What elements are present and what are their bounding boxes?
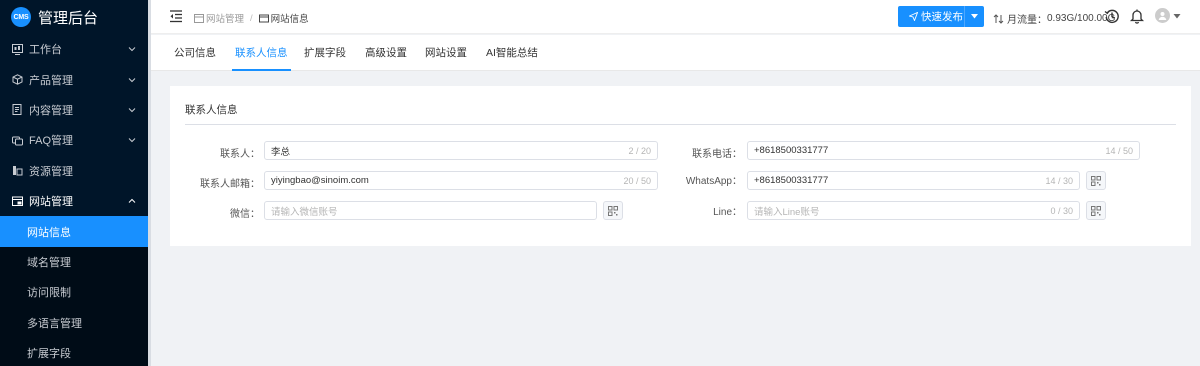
char-counter: 14 / 30 [1045,175,1073,186]
wechat-qrcode-button[interactable] [603,201,623,220]
contact-phone-value: +8618500331777 [754,145,829,156]
sidebar-subitem-access-limit[interactable]: 访问限制 [0,277,148,308]
contact-phone-field[interactable]: +8618500331777 14 / 50 [747,141,1140,160]
chevron-down-icon [128,108,136,113]
contact-label: 联系人： [220,149,260,160]
contact-name-field[interactable]: 李总 2 / 20 [264,141,658,160]
tab-site-settings[interactable]: 网站设置 [425,35,467,71]
contact-email-value: yiyingbao@sinoim.com [271,175,369,186]
whatsapp-value: +8618500331777 [754,175,829,186]
app-title: 管理后台 [38,9,99,27]
wechat-label: 微信： [230,209,260,220]
caret-down-icon [971,14,978,19]
chevron-up-icon [128,198,136,203]
cms-logo-icon: CMS [11,7,31,27]
wechat-field[interactable]: 请输入微信账号 [264,201,597,220]
line-placeholder: 请输入Line账号 [754,206,820,218]
breadcrumb-item-current: 网站信息 [270,14,309,25]
cube-icon [11,74,23,86]
website-icon [194,13,204,23]
sidebar: CMS 管理后台 工作台 产品管理 内容管理 FAQ管理 资源管理 网站管理 网… [0,0,148,366]
phone-label: 联系电话： [692,149,742,160]
char-counter: 0 / 30 [1050,205,1073,216]
contact-info-card: 联系人信息 联系人： 李总 2 / 20 联系人邮箱： yiyingbao@si… [170,86,1191,246]
tab-bar: 公司信息 联系人信息 扩展字段 高级设置 网站设置 AI智能总结 [151,35,1200,71]
qrcode-icon [1091,175,1101,186]
breadcrumb-separator: / [250,12,253,24]
quick-publish-label: 快速发布 [921,11,963,23]
faq-icon [11,134,23,146]
dashboard-icon [11,43,23,55]
whatsapp-field[interactable]: +8618500331777 14 / 30 [747,171,1080,190]
sidebar-item-label: 资源管理 [29,165,73,178]
wechat-placeholder: 请输入微信账号 [271,206,338,218]
sidebar-item-label: FAQ管理 [29,135,74,148]
contact-email-field[interactable]: yiyingbao@sinoim.com 20 / 50 [264,171,658,190]
logo[interactable]: CMS 管理后台 [0,0,148,34]
caret-down-icon[interactable] [1173,12,1181,20]
qrcode-icon [608,205,618,216]
breadcrumb-item-parent[interactable]: 网站管理 [206,11,244,25]
whatsapp-qrcode-button[interactable] [1086,171,1106,190]
sidebar-item-website[interactable]: 网站管理 [0,186,148,216]
document-icon [11,104,23,116]
char-counter: 14 / 50 [1105,145,1133,156]
sidebar-item-label: 产品管理 [29,74,73,87]
qrcode-icon [1091,205,1101,216]
contact-name-value: 李总 [271,146,291,158]
monthly-traffic: 月流量： 0.93G/100.00G [993,11,1115,26]
sidebar-item-label: 工作台 [29,44,62,57]
whatsapp-label: WhatsApp： [685,176,742,187]
send-icon [909,12,918,21]
sidebar-item-label: 内容管理 [29,104,73,117]
tab-contact-info[interactable]: 联系人信息 [232,35,290,71]
section-title: 联系人信息 [185,104,238,116]
tab-ai-summary[interactable]: AI智能总结 [486,35,538,71]
sidebar-subitem-website-info[interactable]: 网站信息 [0,216,148,247]
top-header: 网站管理 / 网站信息 快速发布 月流量： 0.93G/100.00G [151,0,1200,34]
user-avatar[interactable] [1155,8,1170,23]
sidebar-item-label: 网站管理 [29,196,73,209]
window-icon [258,14,269,22]
chevron-down-icon [128,77,136,82]
traffic-label: 月流量： [1007,15,1047,26]
sidebar-item-resources[interactable]: 资源管理 [0,156,148,186]
sidebar-item-dashboard[interactable]: 工作台 [0,34,148,64]
sidebar-item-faq[interactable]: FAQ管理 [0,125,148,155]
line-field[interactable]: 请输入Line账号 0 / 30 [747,201,1080,220]
sidebar-subitem-extend-fields[interactable]: 扩展字段 [0,337,148,366]
chevron-down-icon [128,47,136,52]
tab-company-info[interactable]: 公司信息 [174,35,216,71]
sidebar-subitem-languages[interactable]: 多语言管理 [0,307,148,338]
tab-advanced-settings[interactable]: 高级设置 [365,35,407,71]
history-clock-icon[interactable] [1104,8,1120,24]
quick-publish-main[interactable]: 快速发布 [898,6,964,27]
sidebar-item-products[interactable]: 产品管理 [0,64,148,94]
sidebar-subitem-domains[interactable]: 域名管理 [0,246,148,278]
quick-publish-button[interactable]: 快速发布 [898,6,984,27]
breadcrumb: 网站管理 / 网站信息 [194,11,309,25]
chevron-down-icon [128,138,136,143]
fold-menu-icon[interactable] [169,9,183,23]
bell-icon[interactable] [1129,8,1145,24]
line-qrcode-button[interactable] [1086,201,1106,220]
tab-extend-fields[interactable]: 扩展字段 [304,35,346,71]
email-label: 联系人邮箱： [200,179,260,190]
website-icon [11,195,23,207]
sidebar-item-content[interactable]: 内容管理 [0,95,148,125]
quick-publish-dropdown[interactable] [965,14,984,19]
traffic-icon [993,13,1004,24]
folder-icon [11,165,23,177]
user-avatar-icon [1158,12,1167,20]
section-divider [185,124,1176,125]
line-label: Line： [713,207,742,218]
